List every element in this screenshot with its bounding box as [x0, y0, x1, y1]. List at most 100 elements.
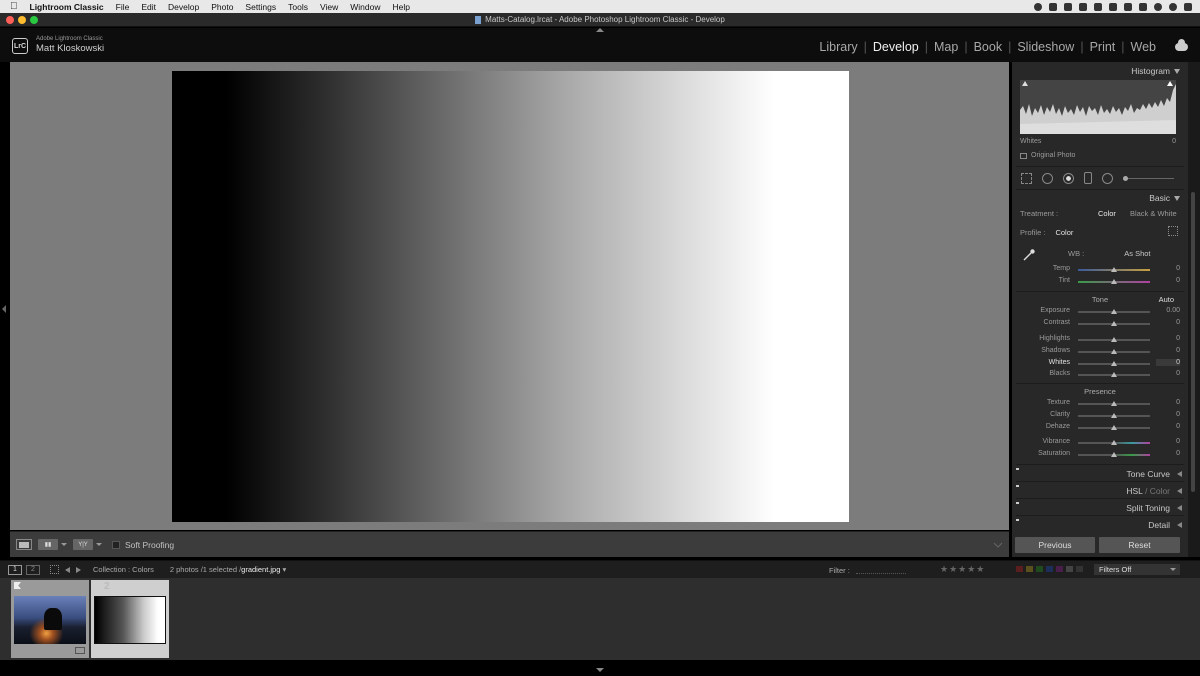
basic-header[interactable]: Basic: [1149, 193, 1180, 203]
slider-track[interactable]: [1078, 401, 1150, 406]
slider-thumb[interactable]: [1111, 401, 1117, 406]
other-label-icon[interactable]: [1076, 566, 1083, 572]
slider-track[interactable]: [1078, 413, 1150, 418]
green-label-icon[interactable]: [1036, 566, 1043, 572]
soft-proofing-checkbox[interactable]: [112, 540, 120, 549]
expand-triangle-icon[interactable]: [1177, 505, 1182, 511]
slider-track[interactable]: [1078, 452, 1150, 457]
panel-switch-icon[interactable]: [1016, 519, 1019, 521]
highlight-clipping-icon[interactable]: [1167, 81, 1173, 86]
filter-preset-dropdown[interactable]: Filters Off: [1094, 564, 1180, 575]
menu-app-name[interactable]: Lightroom Classic: [30, 2, 104, 12]
slider-track[interactable]: [1078, 321, 1150, 326]
image-canvas[interactable]: [10, 62, 1009, 530]
yellow-label-icon[interactable]: [1026, 566, 1033, 572]
module-slideshow[interactable]: Slideshow: [1011, 40, 1080, 54]
menu-help[interactable]: Help: [393, 2, 410, 12]
status-icon-5[interactable]: [1094, 2, 1102, 11]
color-tab[interactable]: Color: [1150, 486, 1170, 496]
treatment-color-option[interactable]: Color: [1098, 209, 1116, 218]
chevron-down-icon[interactable]: [96, 543, 102, 546]
search-icon[interactable]: [1154, 2, 1162, 11]
slider-thumb[interactable]: [1111, 309, 1117, 314]
slider-value[interactable]: 0: [1156, 347, 1180, 354]
back-arrow-icon[interactable]: [65, 566, 70, 573]
slider-track[interactable]: [1078, 279, 1150, 284]
slider-value[interactable]: 0: [1156, 411, 1180, 418]
slider-temp[interactable]: Temp 0: [1020, 265, 1180, 275]
slider-track[interactable]: [1078, 337, 1150, 342]
purple-label-icon[interactable]: [1056, 566, 1063, 572]
split-toning-panel-header[interactable]: Split Toning: [1016, 498, 1184, 515]
loupe-view-icon[interactable]: [16, 539, 32, 550]
slider-contrast[interactable]: Contrast 0: [1020, 319, 1180, 329]
collapse-triangle-icon[interactable]: [1174, 195, 1180, 201]
slider-value[interactable]: 0: [1156, 450, 1180, 457]
filmstrip-thumbnail-2[interactable]: 2: [91, 580, 169, 658]
wb-dropdown[interactable]: As Shot: [1124, 249, 1150, 258]
slider-texture[interactable]: Texture 0: [1020, 399, 1180, 409]
slider-thumb[interactable]: [1111, 349, 1117, 354]
gradient-thumbnail-image[interactable]: [94, 596, 166, 644]
siri-icon[interactable]: [1169, 2, 1177, 11]
slider-thumb[interactable]: [1111, 267, 1117, 272]
profile-dropdown[interactable]: Color: [1055, 228, 1073, 237]
star-rating-filter[interactable]: ★★★★★: [940, 564, 985, 575]
menu-tools[interactable]: Tools: [288, 2, 308, 12]
slider-value[interactable]: 0: [1156, 370, 1180, 377]
secondary-window-button[interactable]: 2: [26, 564, 40, 575]
spot-removal-icon[interactable]: [1042, 172, 1053, 184]
slider-value[interactable]: 0: [1156, 423, 1180, 430]
menu-view[interactable]: View: [320, 2, 338, 12]
wifi-icon[interactable]: [1139, 2, 1147, 11]
slider-tint[interactable]: Tint 0: [1020, 277, 1180, 287]
slider-thumb[interactable]: [1111, 337, 1117, 342]
photo-count[interactable]: 2 photos /1 selected /gradient.jpg ▾: [170, 565, 286, 574]
slider-dehaze[interactable]: Dehaze 0: [1020, 423, 1180, 433]
sunset-thumbnail-image[interactable]: [14, 596, 86, 644]
slider-value[interactable]: 0.00: [1156, 307, 1180, 314]
scrollbar-thumb[interactable]: [1191, 192, 1195, 492]
collection-source[interactable]: Collection : Colors: [93, 565, 154, 574]
panel-switch-icon[interactable]: [1016, 502, 1019, 504]
flag-filter-icons[interactable]: [856, 566, 906, 574]
status-icon-4[interactable]: [1079, 2, 1087, 11]
slider-value[interactable]: 0: [1156, 359, 1180, 366]
graduated-filter-icon[interactable]: [1084, 172, 1092, 184]
status-icon-6[interactable]: [1109, 2, 1117, 11]
grid-view-icon[interactable]: [50, 565, 59, 574]
module-map[interactable]: Map: [928, 40, 964, 54]
slider-exposure[interactable]: Exposure 0.00: [1020, 307, 1180, 317]
collapse-triangle-icon[interactable]: [1174, 68, 1180, 74]
gradient-photo[interactable]: [172, 71, 849, 522]
module-develop[interactable]: Develop: [867, 40, 925, 54]
slider-value[interactable]: 0: [1156, 438, 1180, 445]
menu-file[interactable]: File: [116, 2, 130, 12]
brush-slider[interactable]: [1123, 175, 1174, 181]
menu-photo[interactable]: Photo: [211, 2, 233, 12]
before-after-icon[interactable]: ▮▮: [38, 539, 58, 550]
expand-triangle-icon[interactable]: [1177, 522, 1182, 528]
profile-browser-icon[interactable]: [1168, 226, 1178, 236]
chevron-down-icon[interactable]: [61, 543, 67, 546]
slider-track[interactable]: [1078, 372, 1150, 377]
red-eye-icon[interactable]: [1063, 172, 1074, 184]
filmstrip-thumbnail-1[interactable]: [11, 580, 89, 658]
minimize-window-button[interactable]: [18, 16, 26, 24]
slider-track[interactable]: [1078, 309, 1150, 314]
shadow-clipping-icon[interactable]: [1022, 81, 1028, 86]
slider-thumb[interactable]: [1111, 279, 1117, 284]
module-book[interactable]: Book: [968, 40, 1009, 54]
previous-button[interactable]: Previous: [1015, 537, 1095, 553]
control-center-icon[interactable]: [1184, 2, 1192, 11]
original-photo-toggle[interactable]: Original Photo: [1020, 152, 1075, 159]
slider-thumb[interactable]: [1111, 361, 1117, 366]
slider-value[interactable]: 0: [1156, 335, 1180, 342]
slider-value[interactable]: 0: [1156, 265, 1180, 272]
expand-triangle-icon[interactable]: [1177, 471, 1182, 477]
slider-track[interactable]: [1078, 425, 1150, 430]
color-label-filter[interactable]: [1016, 566, 1083, 572]
histogram-header[interactable]: Histogram: [1131, 66, 1180, 76]
slider-thumb[interactable]: [1111, 452, 1117, 457]
close-window-button[interactable]: [6, 16, 14, 24]
